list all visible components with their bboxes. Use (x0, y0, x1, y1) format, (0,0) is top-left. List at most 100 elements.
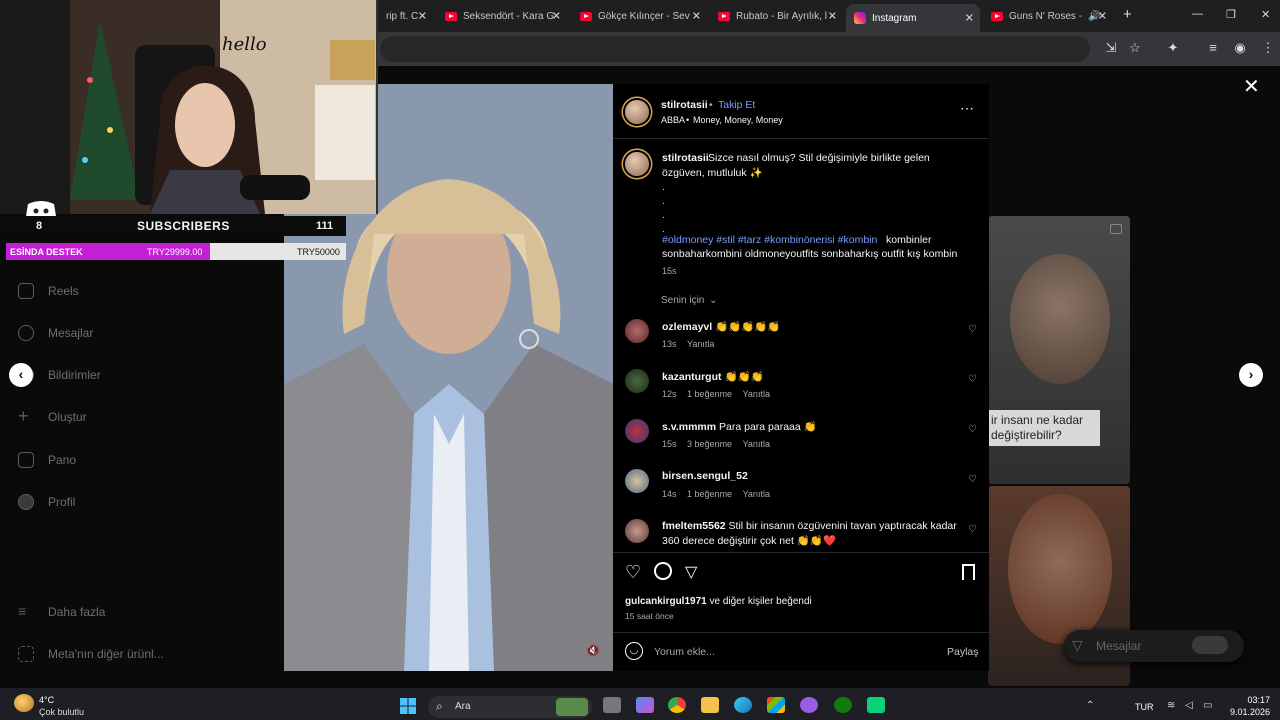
sidebar-item-meta[interactable]: Meta'nın diğer ürünl... (18, 646, 164, 662)
chrome-icon[interactable] (668, 697, 686, 713)
like-comment-icon[interactable]: ♡ (968, 374, 977, 385)
task-view-icon[interactable] (603, 697, 621, 713)
close-tab-icon[interactable]: ✕ (418, 10, 427, 23)
reply-button[interactable]: Yanıtla (743, 439, 770, 449)
maximize-button[interactable]: ❐ (1226, 8, 1236, 21)
browser-tab-active[interactable]: Instagram ✕ (846, 4, 980, 32)
media-control-icon[interactable]: ≡ (1205, 40, 1221, 56)
like-comment-icon[interactable]: ♡ (968, 324, 977, 335)
previous-post-button[interactable]: ‹ (9, 363, 33, 387)
follow-button[interactable]: Takip Et (718, 99, 755, 111)
extensions-icon[interactable]: ✦ (1165, 40, 1181, 56)
edge-icon[interactable] (734, 697, 752, 713)
clock-date[interactable]: 9.01.2026 (1222, 707, 1270, 717)
sidebar-item-dashboard[interactable]: Pano (18, 452, 76, 468)
close-tab-icon[interactable]: ✕ (828, 10, 837, 23)
emoji-icon[interactable]: ◡ (625, 642, 643, 660)
caption-hashtags[interactable]: #oldmoney #stil #tarz #kombinönerisi #ko… (662, 234, 877, 246)
liked-by-rest[interactable]: ve diğer kişiler beğendi (709, 596, 811, 607)
share-post-button[interactable]: Paylaş (947, 646, 979, 658)
browser-tab[interactable]: Guns N' Roses - 🔊 ✕ (983, 4, 1113, 28)
app-icon[interactable] (867, 697, 885, 713)
comment-likes[interactable]: 1 beğenme (687, 389, 732, 399)
save-bookmark-icon[interactable] (962, 564, 975, 580)
windows-start-icon[interactable] (400, 698, 416, 714)
browser-tab[interactable]: Gökçe Kılınçer - Sev ✕ (572, 4, 707, 28)
comment-avatar[interactable] (625, 369, 649, 393)
audio-artist[interactable]: ABBA (661, 115, 685, 125)
app-icon[interactable] (800, 697, 818, 713)
close-modal-icon[interactable]: ✕ (1243, 74, 1260, 99)
caption-avatar[interactable] (625, 152, 649, 176)
comment-username[interactable]: kazanturgut (662, 371, 722, 383)
copilot-icon[interactable] (636, 697, 654, 713)
reply-button[interactable]: Yanıtla (743, 489, 770, 499)
browser-tab[interactable]: Seksendört - Kara G ✕ (437, 4, 567, 28)
like-comment-icon[interactable]: ♡ (968, 424, 977, 435)
comment-icon[interactable] (654, 562, 672, 580)
share-icon[interactable]: ▽ (685, 562, 697, 582)
weather-icon[interactable] (14, 694, 34, 712)
close-tab-icon[interactable]: ✕ (1098, 10, 1107, 23)
language-indicator[interactable]: TUR (1135, 702, 1154, 712)
xbox-icon[interactable] (834, 697, 852, 713)
weather-desc[interactable]: Çok bulutlu (39, 707, 84, 717)
comment-avatar[interactable] (625, 319, 649, 343)
browser-tab[interactable]: Rubato - Bir Ayrılık, l ✕ (710, 4, 843, 28)
author-avatar[interactable] (625, 100, 649, 124)
store-icon[interactable] (767, 697, 785, 713)
new-tab-button[interactable]: + (1123, 6, 1132, 23)
address-bar[interactable] (380, 36, 1090, 62)
comment-username[interactable]: birsen.sengul_52 (662, 470, 748, 482)
liked-by-username[interactable]: gulcankirgul1971 (625, 596, 707, 607)
comment-likes[interactable]: 1 beğenme (687, 489, 732, 499)
comment-avatar[interactable] (625, 519, 649, 543)
comment-sort-dropdown[interactable]: Senin için ⌄ (661, 295, 718, 306)
weather-temp[interactable]: 4°C (39, 695, 54, 705)
close-tab-icon[interactable]: ✕ (965, 12, 974, 25)
reply-button[interactable]: Yanıtla (687, 339, 714, 349)
sidebar-item-create[interactable]: + Oluştur (18, 407, 87, 425)
sidebar-item-messages[interactable]: Mesajlar (18, 325, 93, 341)
comment-username[interactable]: ozlemayvl (662, 321, 712, 333)
audio-song[interactable]: Money, Money, Money (693, 115, 783, 125)
comment-input[interactable]: Yorum ekle... (654, 646, 715, 658)
more-options-icon[interactable]: ⋯ (960, 100, 974, 117)
taskbar-search[interactable]: ⌕ Ara (428, 696, 592, 718)
clock-time[interactable]: 03:17 (1230, 695, 1270, 705)
close-tab-icon[interactable]: ✕ (552, 10, 561, 23)
tab-title: Seksendört - Kara G (463, 10, 555, 22)
sidebar-item-reels[interactable]: Reels (18, 283, 79, 299)
like-comment-icon[interactable]: ♡ (968, 524, 977, 535)
install-app-icon[interactable]: ⇲ (1103, 40, 1119, 56)
reply-button[interactable]: Yanıtla (743, 389, 770, 399)
next-post-button[interactable]: › (1239, 363, 1263, 387)
bookmark-star-icon[interactable]: ☆ (1127, 40, 1143, 56)
comment-likes[interactable]: 3 beğenme (687, 439, 732, 449)
sidebar-item-more[interactable]: ≡ Daha fazla (18, 604, 105, 620)
like-comment-icon[interactable]: ♡ (968, 474, 977, 485)
battery-icon[interactable]: ▭ (1203, 700, 1212, 711)
sidebar-item-profile[interactable]: Profil (18, 494, 75, 510)
comment-username[interactable]: s.v.mmmm (662, 421, 716, 433)
comment-time: 12s (662, 389, 677, 399)
mute-icon[interactable]: 🔇 (586, 644, 600, 657)
caption-username[interactable]: stilrotasii (662, 152, 709, 164)
tray-chevron-up-icon[interactable]: ⌃ (1086, 700, 1094, 711)
wifi-icon[interactable]: ≋ (1167, 700, 1175, 711)
comment-avatar[interactable] (625, 419, 649, 443)
menu-icon[interactable]: ⋮ (1260, 40, 1276, 56)
messages-floating-button[interactable]: ▽ Mesajlar (1064, 630, 1244, 662)
profile-icon[interactable]: ◉ (1232, 40, 1248, 56)
file-explorer-icon[interactable] (701, 697, 719, 713)
comment-avatar[interactable] (625, 469, 649, 493)
comment-username[interactable]: fmeltem5562 (662, 520, 726, 532)
minimize-button[interactable]: — (1192, 8, 1203, 20)
close-tab-icon[interactable]: ✕ (692, 10, 701, 23)
like-icon[interactable]: ♡ (625, 562, 641, 583)
browser-tab[interactable]: rip ft. C ✕ (378, 4, 433, 28)
background-reel-card[interactable]: ir insanı ne kadar değiştirebilir? (988, 216, 1130, 484)
close-window-button[interactable]: ✕ (1261, 8, 1270, 21)
author-username[interactable]: stilrotasii (661, 99, 708, 111)
volume-icon[interactable]: ◁ (1185, 700, 1193, 711)
